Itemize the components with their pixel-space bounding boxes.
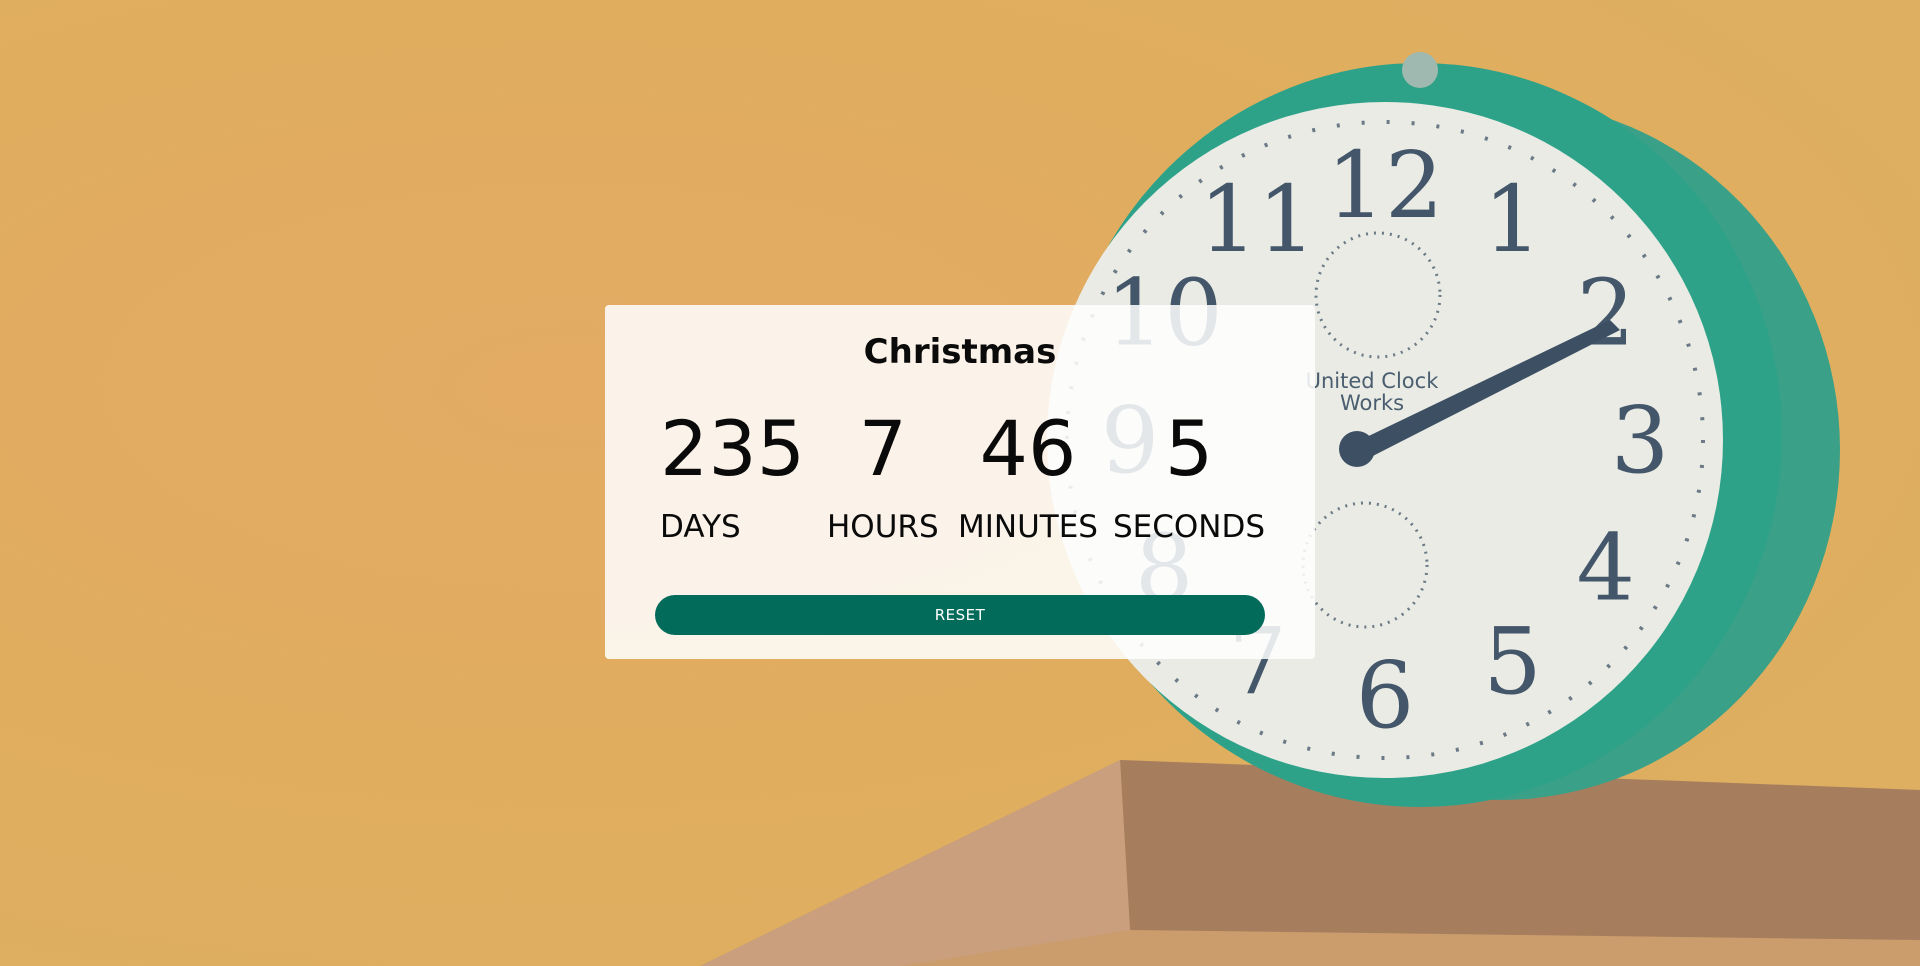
clock-numeral: 6 — [1356, 642, 1415, 749]
clock-numeral: 12 — [1326, 132, 1443, 239]
clock-numeral: 3 — [1611, 387, 1670, 494]
event-title: Christmas — [863, 332, 1057, 372]
seconds-unit: 5 SECONDS — [1113, 404, 1266, 546]
clock-numeral: 2 — [1577, 260, 1636, 367]
days-unit: 235 DAYS — [660, 404, 806, 546]
clock-brand-line-2: Works — [1340, 391, 1404, 415]
hours-unit: 7 HOURS — [827, 404, 939, 546]
clock-brand-line-1: United Clock — [1306, 369, 1440, 393]
days-value: 235 — [660, 404, 806, 493]
seconds-value: 5 — [1164, 404, 1214, 493]
hours-value: 7 — [858, 404, 907, 493]
clock-numeral: 11 — [1199, 166, 1316, 273]
days-label: DAYS — [660, 509, 741, 545]
minutes-label: MINUTES — [958, 509, 1098, 545]
clock-numeral: 4 — [1577, 515, 1636, 622]
seconds-label: SECONDS — [1113, 509, 1266, 545]
minutes-unit: 46 MINUTES — [958, 404, 1098, 546]
reset-button[interactable]: RESET — [655, 595, 1265, 635]
hours-label: HOURS — [827, 509, 939, 545]
minutes-value: 46 — [979, 404, 1077, 493]
clock-numeral: 1 — [1483, 166, 1542, 273]
countdown-card: Christmas 235 DAYS 7 HOURS 46 MINUTES 5 … — [605, 305, 1315, 659]
clock-numeral: 5 — [1483, 608, 1542, 715]
